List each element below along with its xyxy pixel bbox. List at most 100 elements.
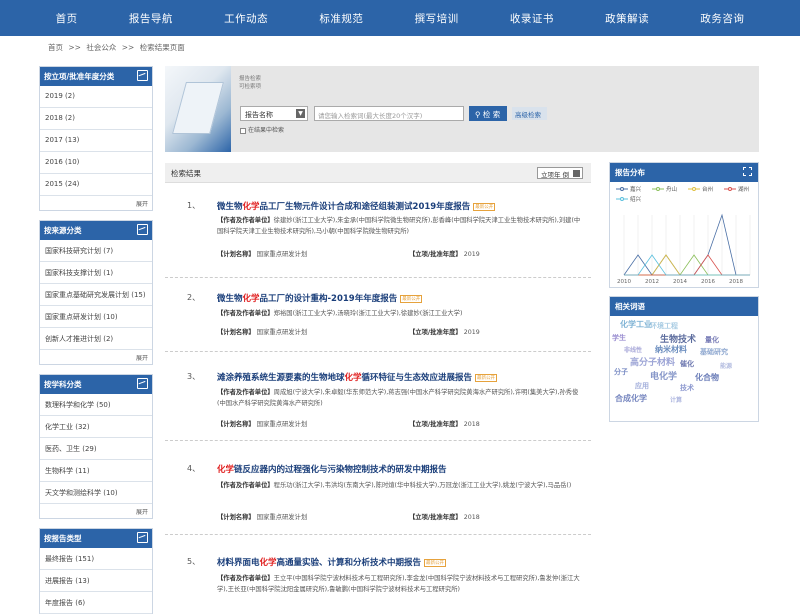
results-label: 检索结果 <box>171 169 201 178</box>
distribution-panel: 报告分布 嘉兴 舟山 台州 湖州 绍兴 2010 2012 2014 2016 2018 <box>609 162 759 288</box>
result-year: 【立项/批准年度】 2019 <box>409 329 480 336</box>
new-badge: 最新公开 <box>473 202 496 211</box>
checkbox-icon[interactable] <box>240 127 246 134</box>
legend-label[interactable]: 绍兴 <box>630 195 642 203</box>
facet-item[interactable]: 2019 (2) <box>40 86 152 108</box>
search-icon: ⚲ <box>475 110 481 119</box>
new-badge: 最新公开 <box>424 558 447 567</box>
nav-home[interactable]: 首页 <box>56 11 78 26</box>
expand-link[interactable]: 展开 <box>40 196 152 210</box>
breadcrumb-public[interactable]: 社会公众 <box>86 43 116 52</box>
expand-link[interactable]: 展开 <box>40 350 152 364</box>
legend-marker <box>620 197 624 201</box>
cloud-word[interactable]: 技术 <box>680 383 694 393</box>
search-within-checkbox[interactable]: 在结果中检索 <box>240 125 284 134</box>
result-number: 4、 <box>187 464 201 473</box>
cloud-word[interactable]: 化学工业 <box>620 319 652 330</box>
facet-header: 按学科分类 <box>40 375 152 394</box>
cloud-word[interactable]: 环境工程 <box>650 321 678 331</box>
cloud-word[interactable]: 量化 <box>705 335 719 345</box>
advanced-search-button[interactable]: 高级检索 <box>512 107 547 120</box>
chart-icon[interactable] <box>137 532 148 543</box>
facet-header: 按报告类型 <box>40 529 152 548</box>
facet-item[interactable]: 国家重点研发计划 (10) <box>40 306 152 328</box>
facet-item[interactable]: 生物科学 (11) <box>40 460 152 482</box>
result-number: 2、 <box>187 293 201 302</box>
cloud-word[interactable]: 分子 <box>614 367 628 377</box>
result-title[interactable]: 材料界面电化学高通量实验、计算和分析技术中期报告 最新公开 <box>217 556 447 568</box>
facet-item[interactable]: 2016 (10) <box>40 152 152 174</box>
chevron-down-icon <box>573 170 580 177</box>
facet-item[interactable]: 创新人才推进计划 (2) <box>40 328 152 350</box>
nav-certificates[interactable]: 收录证书 <box>510 11 554 26</box>
cloud-word[interactable]: 纳米材料 <box>655 344 687 355</box>
facet-item[interactable]: 年度报告 (6) <box>40 592 152 614</box>
result-title[interactable]: 微生物化学品工厂生物元件设计合成和途径组装测试2019年度报告 最新公开 <box>217 200 496 212</box>
search-field-select[interactable]: 报告名称 ▼ <box>240 106 308 121</box>
result-item: 1、 微生物化学品工厂生物元件设计合成和途径组装测试2019年度报告 最新公开 【… <box>165 200 591 278</box>
facet-subject: 按学科分类 数理科学和化学 (50) 化学工业 (32) 医药、卫生 (29) … <box>39 374 153 519</box>
sort-select[interactable]: 立项年 倒 <box>537 167 583 179</box>
cloud-word[interactable]: 计算 <box>670 395 682 404</box>
breadcrumb-home[interactable]: 首页 <box>48 43 63 52</box>
result-number: 5、 <box>187 557 201 566</box>
cloud-word[interactable]: 化合物 <box>695 372 719 383</box>
chart-icon[interactable] <box>137 224 148 235</box>
breadcrumb-sep: >> <box>68 43 81 52</box>
cloud-word[interactable]: 学生 <box>612 333 626 343</box>
facet-item[interactable]: 国家科技支撑计划 (1) <box>40 262 152 284</box>
chart-icon[interactable] <box>137 70 148 81</box>
nav-work-news[interactable]: 工作动态 <box>224 11 268 26</box>
result-title[interactable]: 化学链反应器内的过程强化与污染物控制技术的研发中期报告 <box>217 463 447 475</box>
legend-label[interactable]: 舟山 <box>666 185 677 193</box>
breadcrumb-sep: >> <box>121 43 135 52</box>
cloud-word[interactable]: 基础研究 <box>700 347 728 357</box>
x-tick-label: 2018 <box>729 279 743 285</box>
facet-item[interactable]: 国家科技研究计划 (7) <box>40 240 152 262</box>
word-cloud: 化学工业 环境工程 学生 生物技术 量化 非线性 纳米材料 基础研究 高分子材料 催化 能源 分子 电化… <box>610 317 760 417</box>
nav-policy[interactable]: 政策解读 <box>605 11 649 26</box>
facet-item[interactable]: 2017 (13) <box>40 130 152 152</box>
nav-standards[interactable]: 标准规范 <box>319 11 363 26</box>
facet-item[interactable]: 数理科学和化学 (50) <box>40 394 152 416</box>
expand-icon[interactable] <box>743 167 752 176</box>
facet-item[interactable]: 2015 (24) <box>40 174 152 196</box>
cloud-word[interactable]: 高分子材料 <box>630 355 675 368</box>
cloud-word[interactable]: 非线性 <box>624 345 642 354</box>
cloud-word[interactable]: 催化 <box>680 359 694 369</box>
cloud-word[interactable]: 电化学 <box>650 369 677 382</box>
breadcrumb-current: 检索结果页面 <box>139 43 185 52</box>
nav-writing-training[interactable]: 撰写培训 <box>415 11 459 26</box>
search-button[interactable]: ⚲ 检 索 <box>469 106 507 121</box>
cloud-word[interactable]: 能源 <box>720 361 732 370</box>
facet-item[interactable]: 天文学和测绘科学 (10) <box>40 482 152 504</box>
nav-report-guide[interactable]: 报告导航 <box>129 11 173 26</box>
expand-link[interactable]: 展开 <box>40 504 152 518</box>
search-input[interactable]: 请您输入检索词(最大长度20个汉字) <box>314 106 464 121</box>
legend-label[interactable]: 嘉兴 <box>630 185 642 193</box>
facet-item[interactable]: 医药、卫生 (29) <box>40 438 152 460</box>
cloud-word[interactable]: 合成化学 <box>615 393 647 404</box>
facet-item[interactable]: 国家重点基础研究发展计划 (15) <box>40 284 152 306</box>
result-number: 3、 <box>187 372 201 381</box>
facet-item[interactable]: 2018 (2) <box>40 108 152 130</box>
legend-marker <box>656 187 660 191</box>
x-tick-label: 2012 <box>645 279 659 285</box>
result-plan: 【计划名称】 国家重点研发计划 <box>217 251 308 258</box>
facet-item[interactable]: 进展报告 (13) <box>40 570 152 592</box>
facet-item[interactable]: 化学工业 (32) <box>40 416 152 438</box>
nav-consulting[interactable]: 政务咨询 <box>700 11 744 26</box>
facet-item[interactable]: 最终报告 (151) <box>40 548 152 570</box>
legend-label[interactable]: 台州 <box>702 185 713 193</box>
result-authors: 【作者及作者单位】周成旭(宁波大学),朱卓毅(华东师范大学),蒋志强(中国水产科… <box>217 389 579 407</box>
chart-icon[interactable] <box>137 378 148 389</box>
cloud-word[interactable]: 应用 <box>635 381 649 391</box>
facet-year: 按立项/批准年度分类 2019 (2) 2018 (2) 2017 (13) 2… <box>39 66 153 211</box>
result-item: 4、 化学链反应器内的过程强化与污染物控制技术的研发中期报告 【作者及作者单位】… <box>165 463 591 535</box>
result-title[interactable]: 微生物化学品工厂的设计重构-2019年年度报告 最新公开 <box>217 292 423 304</box>
result-authors: 【作者及作者单位】王立平(中国科学院宁波材料技术与工程研究所),李金龙(中国科学… <box>217 575 580 593</box>
legend-label[interactable]: 湖州 <box>738 185 749 193</box>
result-plan: 【计划名称】 国家重点研发计划 <box>217 514 308 521</box>
result-title[interactable]: 滩涂养殖系统生源要素的生物地球化学循环特征与生态效应进展报告 最新公开 <box>217 371 498 383</box>
facet-report-type: 按报告类型 最终报告 (151) 进展报告 (13) 年度报告 (6) <box>39 528 153 614</box>
